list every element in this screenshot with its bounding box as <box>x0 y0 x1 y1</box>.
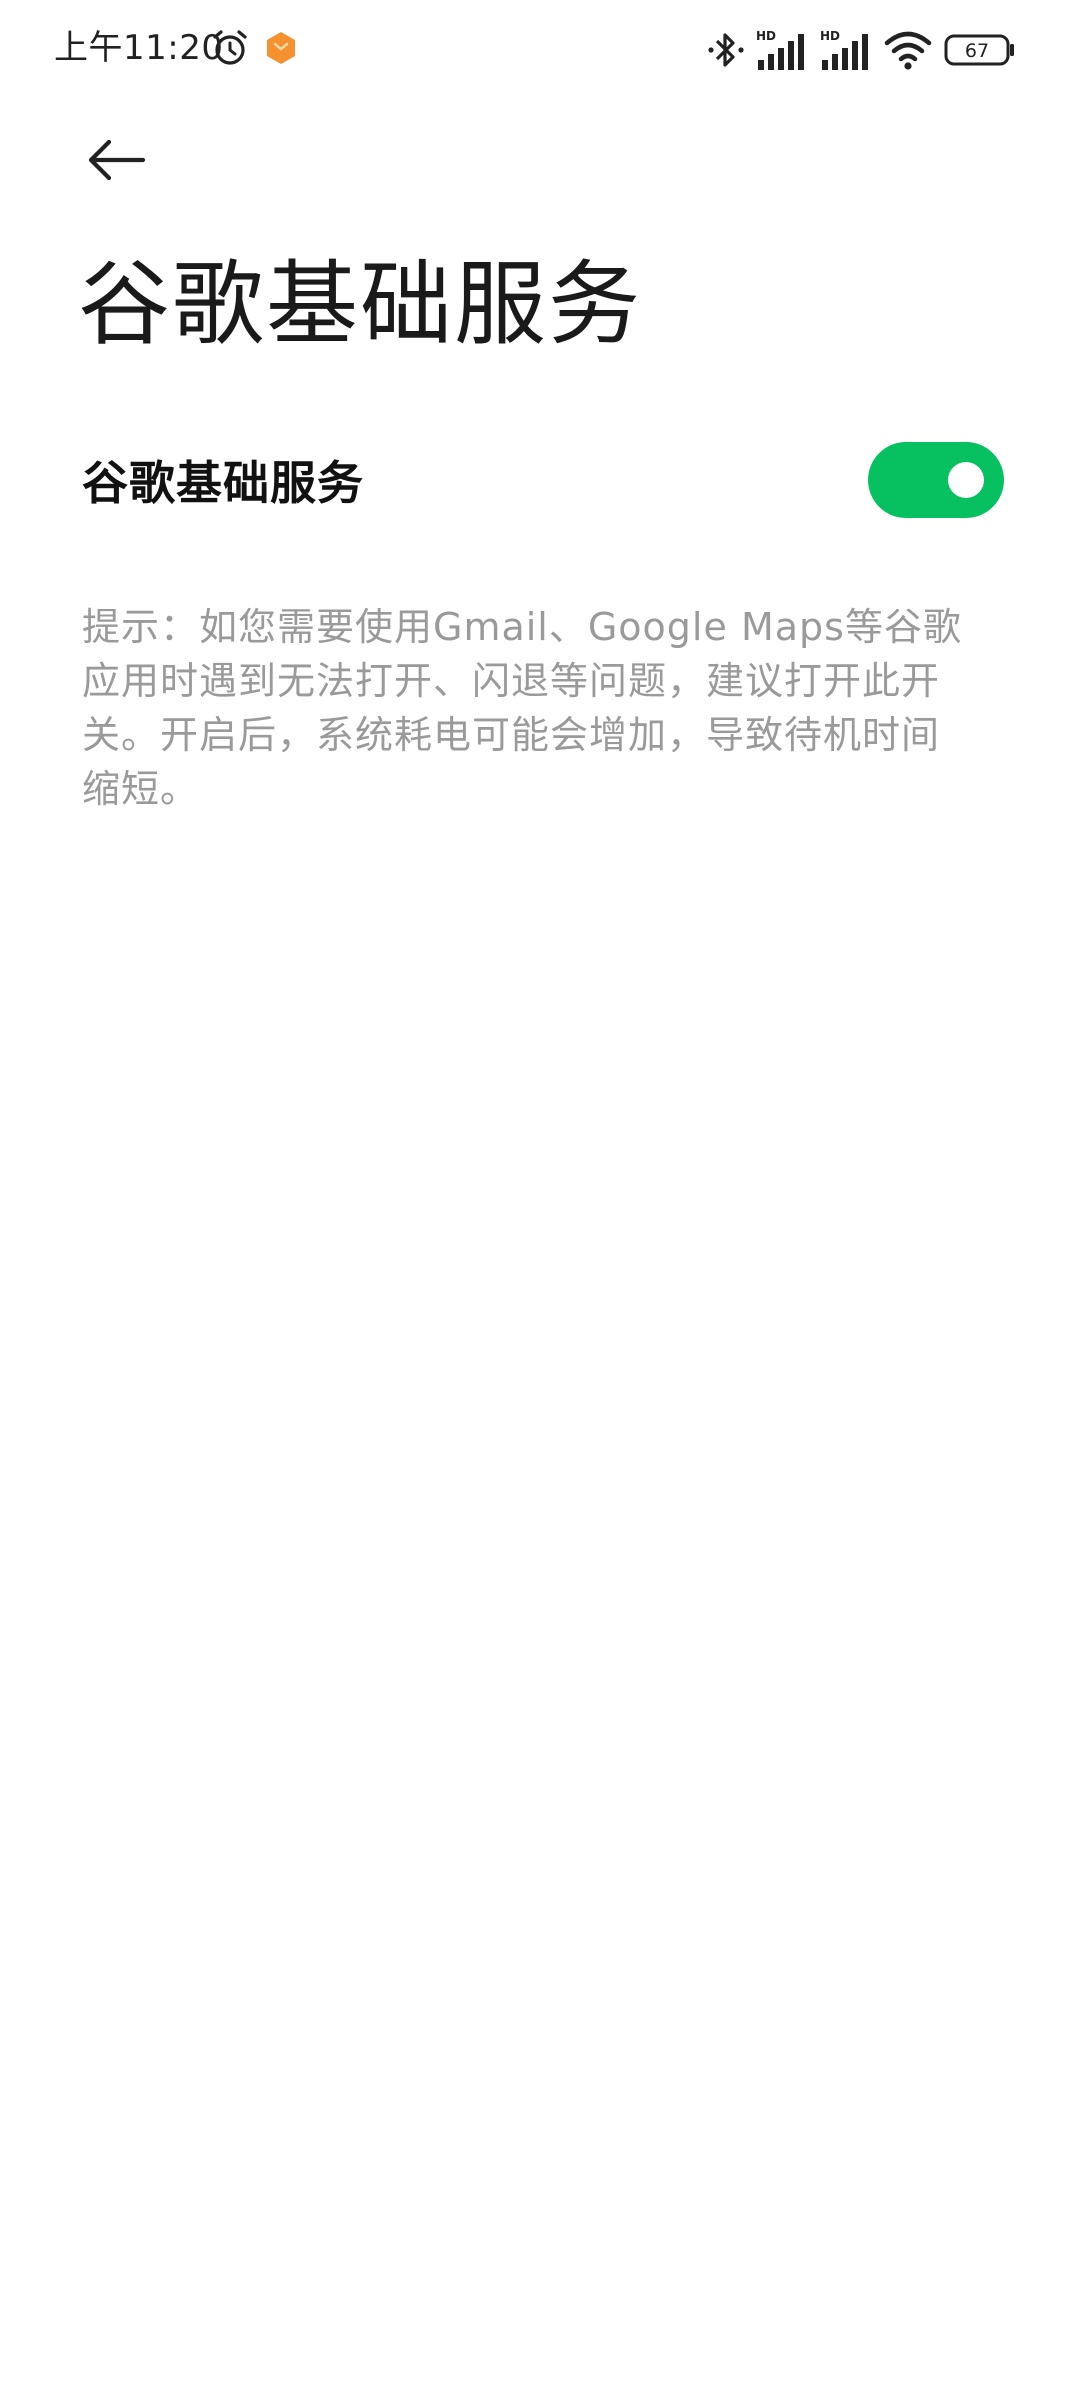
page-title: 谷歌基础服务 <box>78 251 643 358</box>
signal-hd-icon: HD <box>820 29 868 70</box>
wifi-icon <box>884 31 932 70</box>
signal-hd-icon: HD <box>756 29 804 70</box>
toggle-knob <box>948 462 984 498</box>
status-bar: 上午11:20 HD HD 67 <box>0 0 1080 100</box>
arrow-left-icon <box>88 139 146 181</box>
status-time: 上午11:20 <box>54 28 224 68</box>
bluetooth-icon <box>708 33 744 67</box>
battery-icon: 67 <box>944 34 1014 66</box>
signal-hd-label: HD <box>756 29 776 43</box>
setting-label: 谷歌基础服务 <box>82 456 364 510</box>
hint-text: 提示：如您需要使用Gmail、Google Maps等谷歌应用时遇到无法打开、闪… <box>82 605 962 811</box>
signal-hd-label: HD <box>820 29 840 43</box>
google-services-toggle[interactable] <box>868 442 1004 518</box>
battery-level: 67 <box>965 40 989 62</box>
google-services-setting-row[interactable]: 谷歌基础服务 <box>0 420 1080 540</box>
back-button[interactable] <box>76 128 156 192</box>
alarm-icon <box>213 30 247 65</box>
status-icons: HD HD 67 <box>708 24 1016 76</box>
app-badge-icon <box>267 32 295 64</box>
